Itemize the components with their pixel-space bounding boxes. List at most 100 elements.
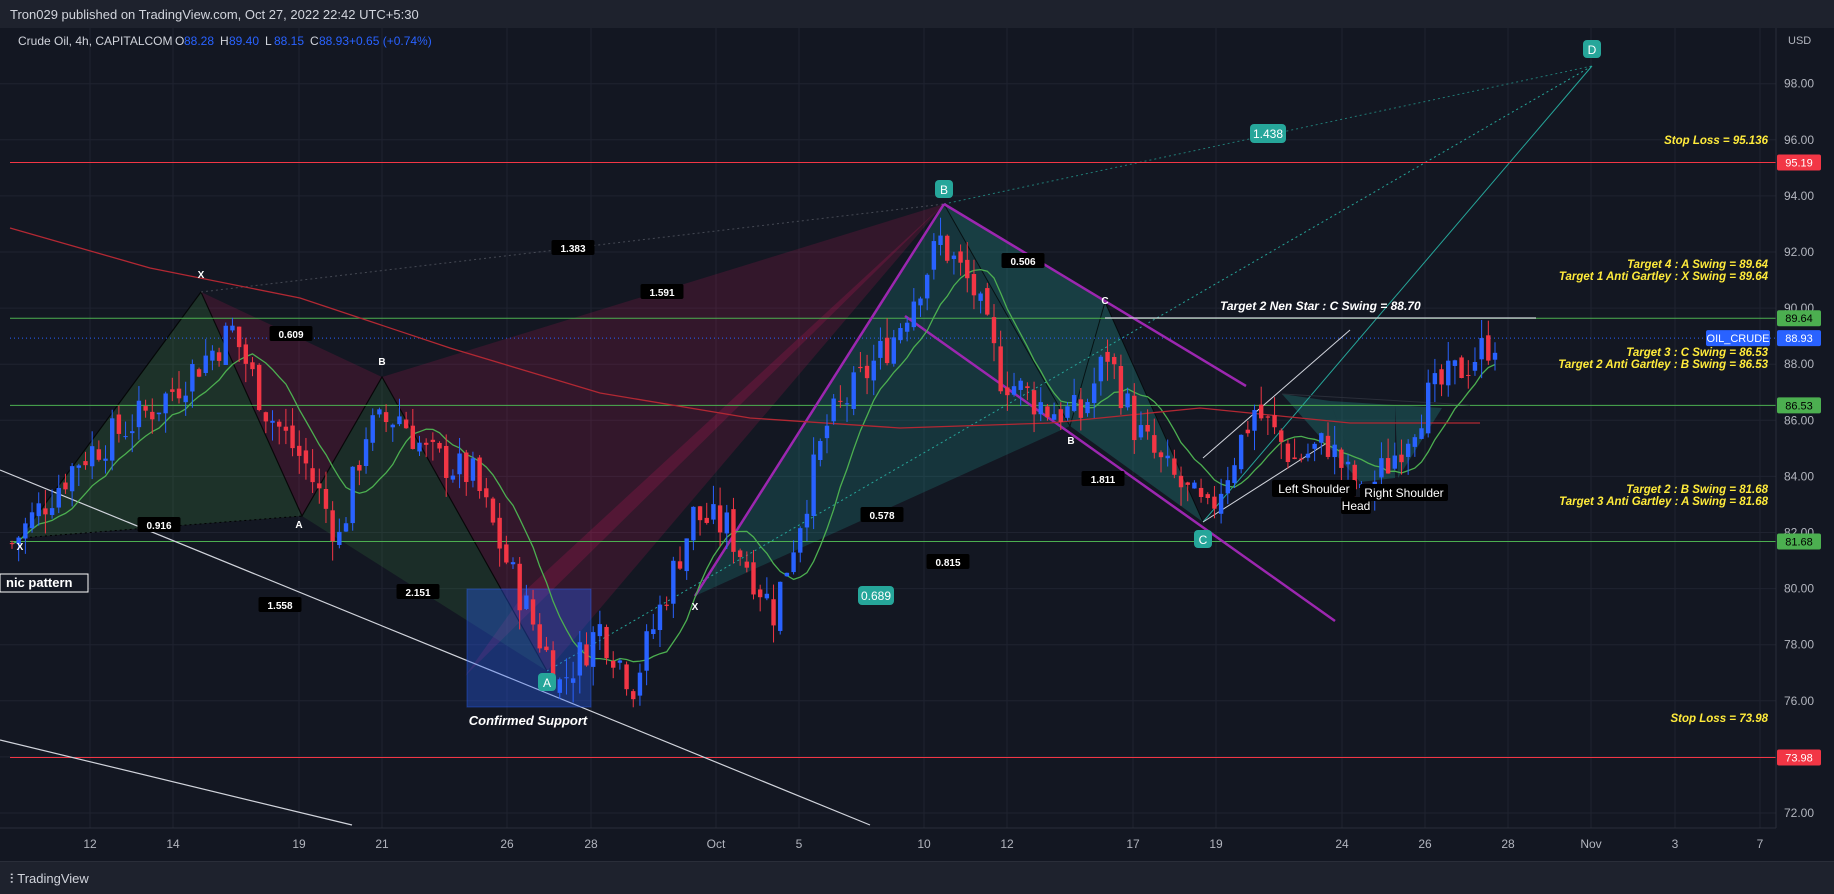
pivot-label: C <box>1101 296 1108 307</box>
candle-body <box>163 393 168 414</box>
ohlc-value: 89.40 <box>229 34 259 48</box>
candle-body <box>771 599 776 626</box>
candle-body <box>310 468 315 483</box>
candle-body <box>791 552 796 573</box>
candle-body <box>858 366 863 369</box>
candle-body <box>216 352 222 361</box>
candle-body <box>784 572 790 577</box>
candle-body <box>1078 399 1084 418</box>
candle-body <box>1245 429 1251 434</box>
ohlc-change: +0.65 (+0.74%) <box>349 34 432 48</box>
y-tick-label: 84.00 <box>1784 469 1814 483</box>
candle-body <box>938 235 943 246</box>
currency-label: USD <box>1788 35 1811 47</box>
tradingview-logo[interactable]: ⫶ TradingView <box>10 871 89 887</box>
symbol-title: Crude Oil, 4h, CAPITALCOM <box>18 34 173 48</box>
ratio-label: 0.815 <box>935 558 960 569</box>
hs-label: Head <box>1342 499 1371 513</box>
candle-body <box>918 298 923 306</box>
y-tick-label: 98.00 <box>1784 77 1814 91</box>
candle-body <box>350 466 355 524</box>
price-badge-text: 73.98 <box>1785 752 1813 764</box>
candle-body <box>898 328 903 341</box>
publish-header: Tron029 published on TradingView.com, Oc… <box>0 0 1834 29</box>
candle-body <box>29 512 35 529</box>
candle-body <box>76 465 82 468</box>
candle-body <box>1272 415 1277 428</box>
candle-body <box>637 672 643 696</box>
support-label: Confirmed Support <box>469 713 588 728</box>
candle-body <box>1392 455 1397 469</box>
target-annotation: Target 1 Anti Gartley : X Swing = 89.64 <box>1559 271 1769 283</box>
candle-body <box>330 510 335 542</box>
candle-body <box>904 322 910 332</box>
candle-body <box>343 523 349 532</box>
candle-body <box>1419 428 1424 439</box>
candle-body <box>130 431 135 434</box>
candle-body <box>323 488 329 509</box>
price-chart[interactable]: 1.383 1.591 0.609 0.916 1.558 2.151 0.506 0.578… <box>0 28 1834 861</box>
candle-body <box>1178 475 1184 488</box>
brand-name: TradingView <box>17 871 89 886</box>
candle-body <box>49 508 55 515</box>
target-annotation: Target 3 Anti Gartley : A Swing = 81.68 <box>1559 496 1768 508</box>
candle-body <box>1152 435 1157 453</box>
candle-body <box>390 424 395 428</box>
candle-body <box>697 506 703 521</box>
candle-body <box>537 624 542 649</box>
candle-body <box>611 660 616 668</box>
y-tick-label: 78.00 <box>1784 638 1814 652</box>
candle-body <box>236 326 242 348</box>
candle-body <box>1185 482 1190 485</box>
candle-body <box>263 412 269 422</box>
candle-body <box>1472 362 1478 371</box>
candle-body <box>677 561 683 569</box>
candle-body <box>283 426 289 431</box>
candle-body <box>1118 366 1124 409</box>
candle-body <box>230 325 235 331</box>
candle-body <box>1312 443 1317 449</box>
candle-body <box>36 503 41 517</box>
candle-body <box>150 411 155 420</box>
pivot-label: X <box>692 602 699 613</box>
candle-body <box>584 644 589 666</box>
hs-label: Left Shoulder <box>1278 482 1349 496</box>
candle-body <box>203 355 208 373</box>
candle-body <box>256 364 262 410</box>
candle-body <box>931 241 937 270</box>
ohlc-value: 88.28 <box>184 34 214 48</box>
candle-body <box>764 593 770 599</box>
candle-body <box>1385 458 1391 474</box>
x-tick-label: 3 <box>1672 837 1679 851</box>
candle-body <box>878 340 883 358</box>
candle-body <box>1005 387 1010 396</box>
candle-body <box>337 531 342 546</box>
candle-body <box>737 550 743 558</box>
candle-body <box>1459 357 1464 378</box>
candle-body <box>524 595 529 609</box>
candle-body <box>831 398 836 422</box>
candle-body <box>1091 383 1097 404</box>
ohlc-key: H <box>220 34 229 48</box>
candle-body <box>1192 482 1197 489</box>
candle-body <box>751 562 756 595</box>
candle-body <box>510 562 516 565</box>
candle-body <box>644 631 649 671</box>
candle-body <box>56 487 61 508</box>
candle-body <box>210 350 215 361</box>
candle-body <box>450 475 456 480</box>
pivot-label: X <box>17 542 24 553</box>
candle-body <box>657 604 663 631</box>
candle-body <box>1479 338 1484 360</box>
candle-body <box>517 563 522 611</box>
tv-logo-icon: ⫶ <box>10 871 14 886</box>
candle-body <box>798 528 803 553</box>
candle-body <box>590 632 596 667</box>
candle-body <box>477 457 482 492</box>
ratio-label: 2.151 <box>405 588 430 599</box>
ratio-badge: 0.689 <box>861 589 891 603</box>
y-tick-label: 88.00 <box>1784 357 1814 371</box>
candle-body <box>838 400 843 402</box>
candle-body <box>671 560 676 604</box>
candle-body <box>864 365 870 379</box>
